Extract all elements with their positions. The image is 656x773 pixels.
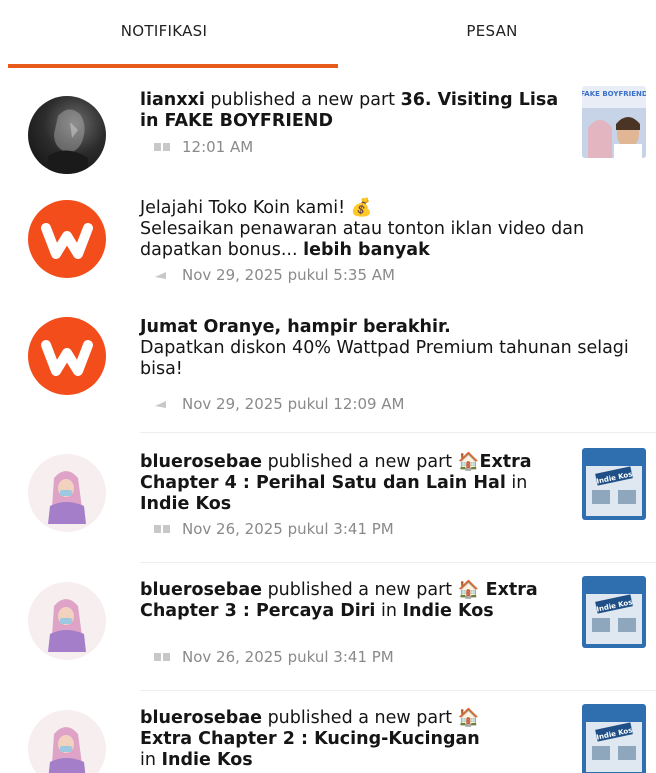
part-title[interactable]: Extra Chapter 2 : Kucing-Kucingan xyxy=(140,729,480,749)
notification-item[interactable]: lianxxi published a new part 36. Visitin… xyxy=(0,80,656,185)
story-cover[interactable]: Indie Kos xyxy=(582,704,646,773)
notification-item[interactable]: Jumat Oranye, hampir berakhir. Dapatkan … xyxy=(0,305,656,425)
timestamp: Nov 29, 2025 pukul 12:09 AM xyxy=(152,395,405,413)
user-avatar[interactable] xyxy=(28,96,106,174)
timestamp: Nov 29, 2025 pukul 5:35 AM xyxy=(152,266,395,284)
username[interactable]: bluerosebae xyxy=(140,708,262,728)
wattpad-logo-avatar xyxy=(28,200,106,278)
headline: Jumat Oranye, hampir berakhir. xyxy=(140,317,451,337)
story-title[interactable]: Indie Kos xyxy=(162,750,253,770)
username[interactable]: lianxxi xyxy=(140,90,205,110)
notification-text: lianxxi published a new part 36. Visitin… xyxy=(140,90,565,132)
user-avatar[interactable] xyxy=(28,454,106,532)
megaphone-icon xyxy=(155,401,166,408)
megaphone-icon xyxy=(155,272,166,279)
active-tab-indicator xyxy=(8,64,338,68)
money-bag-icon: 💰 xyxy=(350,198,373,218)
timestamp: Nov 26, 2025 pukul 3:41 PM xyxy=(152,648,394,666)
timestamp: Nov 26, 2025 pukul 3:41 PM xyxy=(152,520,394,538)
user-avatar-image xyxy=(48,471,86,524)
action-text: published a new part xyxy=(262,580,458,600)
username[interactable]: bluerosebae xyxy=(140,452,262,472)
timestamp: 12:01 AM xyxy=(152,138,253,156)
action-text: published a new part xyxy=(262,708,458,728)
read-more-link[interactable]: lebih banyak xyxy=(303,240,430,260)
cover-title: FAKE BOYFRIEND xyxy=(582,90,646,98)
headline: Jelajahi Toko Koin kami! xyxy=(140,198,351,218)
divider xyxy=(140,562,656,563)
story-cover[interactable]: FAKE BOYFRIEND xyxy=(582,86,646,158)
user-avatar-image xyxy=(48,599,86,652)
story-cover[interactable]: Indie Kos xyxy=(582,576,646,648)
story-cover-image: Indie Kos xyxy=(582,704,646,773)
divider xyxy=(140,432,656,433)
book-icon xyxy=(154,525,170,533)
username[interactable]: bluerosebae xyxy=(140,580,262,600)
house-icon: 🏠 xyxy=(457,580,480,600)
user-avatar-image xyxy=(48,109,88,174)
action-text: in xyxy=(375,601,403,621)
user-avatar-image xyxy=(48,727,86,773)
user-avatar[interactable] xyxy=(28,582,106,660)
notification-item[interactable]: bluerosebae published a new part 🏠Extra … xyxy=(0,440,656,560)
body-text: Dapatkan diskon 40% Wattpad Premium tahu… xyxy=(140,338,629,379)
user-avatar[interactable] xyxy=(28,710,106,773)
story-title[interactable]: Indie Kos xyxy=(140,494,231,514)
wattpad-logo-icon xyxy=(41,223,93,259)
notification-text: bluerosebae published a new part 🏠 Extra… xyxy=(140,708,490,771)
book-icon xyxy=(154,653,170,661)
story-cover-image: Indie Kos xyxy=(582,576,646,648)
book-icon xyxy=(154,143,170,151)
timestamp-text: Nov 26, 2025 pukul 3:41 PM xyxy=(182,520,394,538)
story-cover-image: FAKE BOYFRIEND xyxy=(582,86,646,158)
action-text: in xyxy=(505,473,528,493)
story-cover-image: Indie Kos xyxy=(582,448,646,520)
notification-item[interactable]: bluerosebae published a new part 🏠 Extra… xyxy=(0,696,656,773)
notification-text: bluerosebae published a new part 🏠 Extra… xyxy=(140,580,565,622)
tab-notifications[interactable]: NOTIFIKASI xyxy=(0,0,328,72)
action-text: published a new part xyxy=(204,90,401,110)
notification-text: bluerosebae published a new part 🏠Extra … xyxy=(140,452,565,515)
timestamp-text: 12:01 AM xyxy=(182,138,254,156)
divider xyxy=(140,690,656,691)
notification-text: Jumat Oranye, hampir berakhir. Dapatkan … xyxy=(140,317,630,380)
action-text: in xyxy=(140,750,162,770)
timestamp-text: Nov 29, 2025 pukul 5:35 AM xyxy=(182,266,395,284)
tab-messages[interactable]: PESAN xyxy=(328,0,656,72)
wattpad-logo-avatar xyxy=(28,317,106,395)
story-title[interactable]: Indie Kos xyxy=(402,601,493,621)
notification-item[interactable]: bluerosebae published a new part 🏠 Extra… xyxy=(0,568,656,688)
house-icon: 🏠 xyxy=(457,708,480,728)
story-cover[interactable]: Indie Kos xyxy=(582,448,646,520)
tab-bar: NOTIFIKASI PESAN xyxy=(0,0,656,72)
notification-text: Jelajahi Toko Koin kami! 💰 Selesaikan pe… xyxy=(140,198,630,261)
notification-item[interactable]: Jelajahi Toko Koin kami! 💰 Selesaikan pe… xyxy=(0,188,656,300)
timestamp-text: Nov 29, 2025 pukul 12:09 AM xyxy=(182,395,405,413)
house-icon: 🏠 xyxy=(457,452,480,472)
wattpad-logo-icon xyxy=(41,340,93,376)
timestamp-text: Nov 26, 2025 pukul 3:41 PM xyxy=(182,648,394,666)
action-text: published a new part xyxy=(262,452,458,472)
